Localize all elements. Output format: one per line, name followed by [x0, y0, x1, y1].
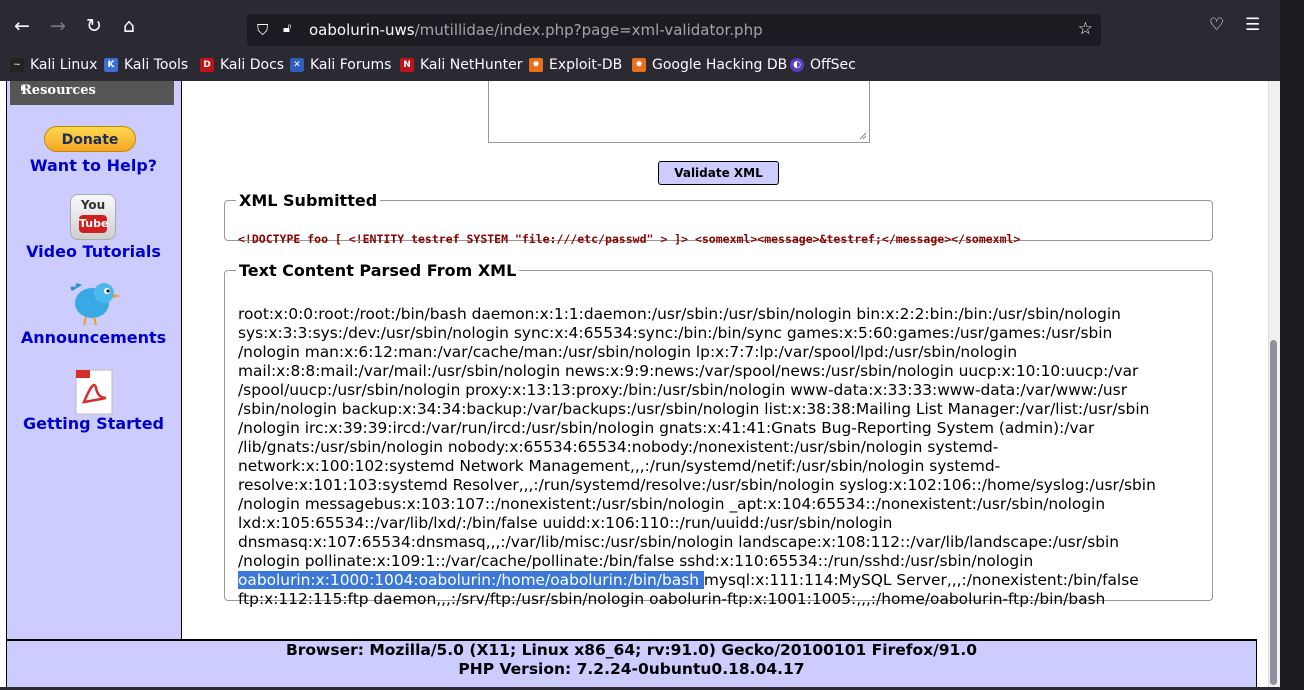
home-icon[interactable]: ⌂	[118, 15, 140, 37]
menu-icon[interactable]: ☰	[1245, 15, 1260, 35]
parsed-line: /nologin pollinate:x:109:1::/var/cache/p…	[238, 552, 1034, 570]
parsed-content-fieldset: Text Content Parsed From XML root:x:0:0:…	[224, 261, 1213, 608]
bookmarks-bar: ~ Kali Linux K Kali Tools D Kali Docs ✕ Kali…	[0, 50, 1280, 81]
parsed-line: resolve:x:101:103:systemd Resolver,,,:/r…	[238, 476, 1156, 494]
shield-icon[interactable]: ⛉	[257, 21, 268, 39]
video-tutorials-link[interactable]: Video Tutorials	[6, 242, 181, 261]
url-text[interactable]: oabolurin-uws/mutillidae/index.php?page=…	[309, 21, 763, 39]
kali-tools-icon: K	[104, 58, 118, 72]
browser-toolbar: ← → ↻ ⌂ ⛉ 🔓︎ oabolurin-uws/mutillidae/in…	[0, 0, 1280, 50]
parsed-line: ftp:x:112:115:ftp daemon,,,:/srv/ftp:/us…	[238, 590, 1106, 608]
youtube-icon[interactable]: You Tube	[70, 194, 116, 240]
back-icon[interactable]: ←	[11, 15, 33, 37]
bookmark-kali-linux[interactable]: ~ Kali Linux	[10, 57, 97, 73]
forward-icon[interactable]: →	[47, 15, 69, 37]
resize-handle-icon[interactable]	[859, 132, 867, 140]
kali-forums-icon: ✕	[290, 58, 304, 72]
parsed-line: /nologin man:x:6:12:man:/var/cache/man:/…	[238, 343, 1018, 361]
resources-menu[interactable]: Resources ▸	[10, 81, 174, 105]
bookmark-kali-docs[interactable]: D Kali Docs	[200, 57, 284, 73]
parsed-line: dnsmasq:x:107:65534:dnsmasq,,,:/var/lib/…	[238, 533, 1120, 551]
url-bar[interactable]: ⛉ 🔓︎ oabolurin-uws/mutillidae/index.php?…	[247, 14, 1101, 46]
chevron-right-icon: ▸	[21, 81, 27, 94]
parsed-line: root:x:0:0:root:/root:/bin/bash daemon:x…	[238, 305, 1121, 323]
xml-submitted-legend: XML Submitted	[239, 191, 378, 210]
announcements-link[interactable]: Announcements	[6, 328, 181, 347]
parsed-line: /lib/gnats:/usr/sbin/nologin nobody:x:65…	[238, 438, 999, 456]
xml-submitted-code: <!DOCTYPE foo [ <!ENTITY testref SYSTEM …	[238, 232, 1021, 246]
kali-docs-icon: D	[200, 58, 214, 72]
footer: Browser: Mozilla/5.0 (X11; Linux x86_64;…	[6, 639, 1257, 687]
kali-dragon-icon: ~	[10, 58, 24, 72]
reload-icon[interactable]: ↻	[83, 15, 105, 37]
selected-text[interactable]: oabolurin:x:1000:1004:oabolurin:/home/oa…	[238, 571, 704, 589]
page-content: Resources ▸ Donate Want to Help? You Tube…	[0, 81, 1268, 687]
parsed-line: /nologin irc:x:39:39:ircd:/var/run/ircd:…	[238, 419, 1095, 437]
parsed-line: sys:x:3:3:sys:/dev:/usr/sbin/nologin syn…	[238, 324, 1113, 342]
ghdb-icon: ✸	[632, 58, 646, 72]
footer-php-version: PHP Version: 7.2.24-0ubuntu0.18.04.17	[458, 660, 805, 678]
parsed-line: network:x:100:102:systemd Network Manage…	[238, 457, 1001, 475]
bookmark-exploit-db[interactable]: ✸ Exploit-DB	[529, 57, 622, 73]
validate-xml-button[interactable]: Validate XML	[658, 161, 779, 185]
parsed-line: mail:x:8:8:mail:/var/mail:/usr/sbin/nolo…	[238, 362, 1139, 380]
footer-browser-info: Browser: Mozilla/5.0 (X11; Linux x86_64;…	[285, 641, 978, 659]
insecure-lock-icon[interactable]: 🔓︎	[283, 21, 291, 36]
bookmark-kali-nethunter[interactable]: N Kali NetHunter	[400, 57, 522, 73]
parsed-content-text: root:x:0:0:root:/root:/bin/bash daemon:x…	[238, 305, 1198, 609]
xml-submitted-fieldset: XML Submitted <!DOCTYPE foo [ <!ENTITY t…	[224, 191, 1213, 246]
pocket-icon[interactable]: ♡	[1209, 15, 1224, 35]
page-scrollbar-thumb[interactable]	[1270, 340, 1277, 685]
bookmark-kali-forums[interactable]: ✕ Kali Forums	[290, 57, 391, 73]
bookmark-star-icon[interactable]: ☆	[1078, 19, 1093, 39]
bookmark-offsec[interactable]: ◐ OffSec	[790, 57, 856, 73]
parsed-line: /sbin/nologin backup:x:34:34:backup:/var…	[238, 400, 1150, 418]
bookmark-google-hacking-db[interactable]: ✸ Google Hacking DB	[632, 57, 787, 73]
bookmark-kali-tools[interactable]: K Kali Tools	[104, 57, 188, 73]
getting-started-link[interactable]: Getting Started	[6, 414, 181, 433]
parsed-content-legend: Text Content Parsed From XML	[239, 261, 517, 280]
kali-nethunter-icon: N	[400, 58, 414, 72]
parsed-line: /spool/uucp:/usr/sbin/nologin proxy:x:13…	[238, 381, 1128, 399]
want-to-help-link[interactable]: Want to Help?	[6, 156, 181, 175]
xml-input-textarea[interactable]	[488, 81, 870, 143]
offsec-icon: ◐	[790, 58, 804, 72]
parsed-line: lxd:x:105:65534::/var/lib/lxd/:/bin/fals…	[238, 514, 893, 532]
exploit-db-icon: ✸	[529, 58, 543, 72]
pdf-icon[interactable]	[72, 368, 116, 416]
parsed-line-highlighted: oabolurin:x:1000:1004:oabolurin:/home/oa…	[238, 571, 1139, 589]
donate-button[interactable]: Donate	[44, 126, 136, 152]
parsed-line: /nologin messagebus:x:103:107::/nonexist…	[238, 495, 1106, 513]
twitter-bird-icon[interactable]	[66, 279, 122, 327]
